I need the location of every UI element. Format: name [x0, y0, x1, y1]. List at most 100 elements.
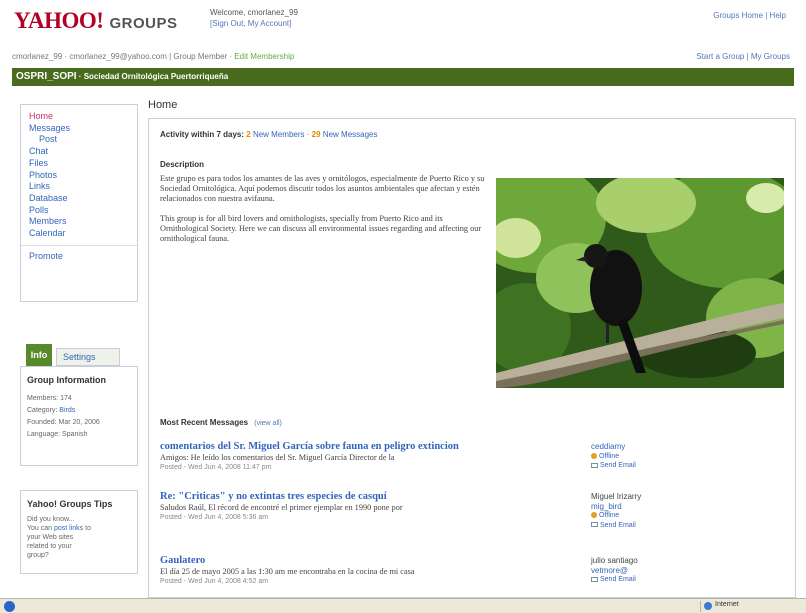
send-email-label: Send Email — [600, 462, 636, 469]
group-title-bar: OSPRI_SOPI · Sociedad Ornitológica Puert… — [12, 68, 794, 86]
sidebar-item-files[interactable]: Files — [29, 158, 129, 170]
new-messages-count: 29 — [311, 130, 321, 139]
sidebar-item-post[interactable]: Post — [29, 134, 129, 146]
sidebar-item-polls[interactable]: Polls — [29, 205, 129, 217]
globe-icon — [704, 602, 712, 610]
membership-text: cmorlanez_99 · cmorlanez_99@yahoo.com | … — [12, 52, 235, 61]
page-title: Home — [148, 99, 178, 111]
message-snippet: Amigos: He leído los comentarios del Sr.… — [160, 453, 395, 462]
sidebar-item-home[interactable]: Home — [29, 111, 129, 123]
online-status: Offline — [591, 511, 701, 521]
info-tabs: Info Settings — [20, 340, 138, 366]
tip-line-5: group? — [27, 552, 49, 559]
browser-status-bar: Internet — [0, 598, 806, 613]
description-heading: Description — [160, 160, 205, 169]
new-members-count: 2 — [246, 130, 251, 139]
group-information-box: Group Information Members: 174 Category:… — [20, 366, 138, 466]
security-zone: Internet — [700, 601, 800, 612]
status-label: Offline — [599, 452, 620, 460]
message-snippet: El día 25 de mayo 2005 a las 1:30 am me … — [160, 567, 415, 576]
groups-tips-box: Yahoo! Groups Tips Did you know... You c… — [20, 490, 138, 574]
send-email-label: Send Email — [600, 521, 636, 529]
user-membership-bar: cmorlanez_99 · cmorlanez_99@yahoo.com | … — [12, 52, 794, 66]
new-messages-link[interactable]: New Messages — [323, 130, 378, 139]
message-author: ceddiamy Offline Send Email — [591, 442, 701, 471]
sign-out-link[interactable]: [Sign Out, My Account] — [210, 18, 298, 29]
post-links-link[interactable]: post links — [54, 525, 83, 532]
tab-settings[interactable]: Settings — [56, 348, 120, 366]
group-id[interactable]: OSPRI_SOPI — [16, 71, 77, 82]
activity-separator: · — [306, 130, 310, 139]
message-item: Gaulatero El día 25 de mayo 2005 a las 1:… — [160, 554, 580, 587]
members-count: Members: 174 — [27, 393, 131, 405]
message-item: comentarios del Sr. Miguel García sobre … — [160, 440, 580, 473]
author-id-link[interactable]: vetmore@ — [591, 566, 701, 576]
recent-messages-heading: Most Recent Messages (view all) — [160, 418, 282, 427]
sidebar-item-messages[interactable]: Messages — [29, 123, 129, 135]
sidebar-item-chat[interactable]: Chat — [29, 146, 129, 158]
founded-date: Founded: Mar 20, 2006 — [27, 419, 100, 426]
zone-label: Internet — [715, 601, 739, 608]
author-id-link[interactable]: mig_bird — [591, 502, 701, 512]
members-label: Members: — [27, 395, 61, 402]
activity-label: Activity within 7 days: — [160, 130, 247, 139]
category-link[interactable]: Birds — [59, 407, 75, 414]
welcome-block: Welcome, cmorlanez_99 [Sign Out, My Acco… — [210, 7, 298, 29]
category-label: Category: — [27, 407, 60, 414]
view-all-link[interactable]: (view all) — [254, 420, 282, 427]
author-name: julio santiago — [591, 556, 638, 565]
recent-messages-title: Most Recent Messages — [160, 418, 249, 427]
message-author: julio santiago vetmore@ Send Email — [591, 556, 701, 585]
tip-line-1: Did you know... — [27, 516, 75, 523]
bird-photo-image — [496, 178, 784, 388]
message-title-link[interactable]: comentarios del Sr. Miguel García sobre … — [160, 440, 580, 453]
tip-line-4: related to your — [27, 543, 72, 550]
yahoo-groups-logo[interactable]: YAHOO! GROUPS — [14, 8, 178, 33]
description-spanish: Este grupo es para todos los amantes de … — [160, 174, 485, 203]
group-photo-bird[interactable] — [496, 178, 784, 388]
top-links[interactable]: Groups Home | Help — [713, 11, 786, 20]
nav-divider — [21, 244, 137, 246]
message-title-link[interactable]: Re: "Criticas" y no extintas tres especi… — [160, 490, 580, 503]
message-posted-time: Posted - Wed Jun 4, 2008 4:52 am — [160, 578, 269, 585]
sidebar-item-links[interactable]: Links — [29, 181, 129, 193]
send-email-link[interactable]: Send Email — [591, 575, 701, 585]
tip-line-3: your Web sites — [27, 534, 74, 541]
group-description: Este grupo es para todos los amantes de … — [160, 174, 486, 254]
edit-membership-link[interactable]: Edit Membership — [234, 52, 294, 61]
ie-page-icon — [4, 601, 15, 612]
groups-logo-text: GROUPS — [109, 15, 178, 32]
online-status: Offline — [591, 452, 701, 462]
yahoo-logo-text: YAHOO! — [14, 8, 104, 33]
sidebar-item-photos[interactable]: Photos — [29, 170, 129, 182]
tab-info[interactable]: Info — [26, 344, 52, 366]
sidebar-item-members[interactable]: Members — [29, 216, 129, 228]
status-dot-icon — [591, 512, 597, 519]
message-item: Re: "Criticas" y no extintas tres especi… — [160, 490, 580, 523]
sidebar-nav: Home Messages Post Chat Files Photos Links Data… — [20, 104, 138, 302]
start-group-links[interactable]: Start a Group | My Groups — [696, 52, 790, 61]
tip-line-2: You can post links to — [27, 524, 131, 533]
send-email-link[interactable]: Send Email — [591, 521, 701, 531]
activity-summary: Activity within 7 days: 2 New Members · … — [160, 130, 377, 139]
sidebar-item-database[interactable]: Database — [29, 193, 129, 205]
author-name[interactable]: ceddiamy — [591, 442, 701, 452]
message-author: Miguel Irizarry mig_bird Offline Send Email — [591, 492, 701, 530]
envelope-icon — [591, 522, 598, 528]
members-value: 174 — [60, 395, 72, 402]
status-dot-icon — [591, 452, 597, 459]
new-members-link[interactable]: New Members — [253, 130, 305, 139]
language: Language: Spanish — [27, 431, 88, 438]
sidebar-item-promote[interactable]: Promote — [29, 250, 129, 262]
message-snippet: Saludos Raúl, El récord de encontré el p… — [160, 503, 403, 512]
description-english: This group is for all bird lovers and or… — [160, 214, 482, 243]
group-information-heading: Group Information — [27, 375, 106, 385]
send-email-link[interactable]: Send Email — [591, 461, 701, 471]
sidebar-item-calendar[interactable]: Calendar — [29, 228, 129, 240]
tip-line-2-rest: to — [83, 525, 91, 532]
author-name: Miguel Irizarry — [591, 492, 642, 501]
envelope-icon — [591, 462, 598, 468]
nav-list: Home Messages Post Chat Files Photos Links Data… — [29, 111, 129, 240]
message-posted-time: Posted - Wed Jun 4, 2008 5:36 am — [160, 514, 269, 521]
message-title-link[interactable]: Gaulatero — [160, 554, 580, 567]
